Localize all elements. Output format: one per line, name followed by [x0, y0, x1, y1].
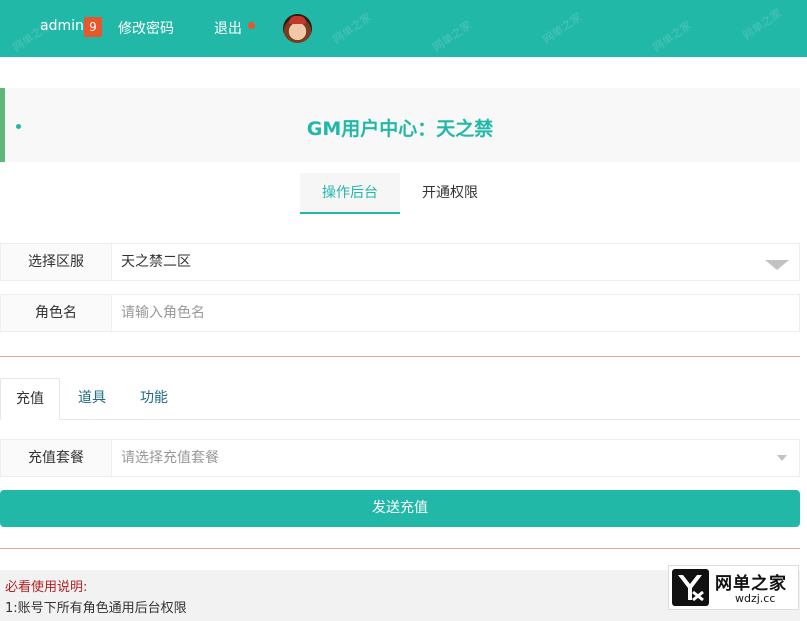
top-navbar: 网单之家 网单之家 网单之家 网单之家 网单之家 网单之家 admin 9 修改…	[0, 0, 807, 57]
logout-link[interactable]: 退出	[214, 18, 242, 38]
tab-permissions[interactable]: 开通权限	[400, 173, 500, 213]
notification-badge: 9	[84, 17, 102, 37]
role-name-row: 角色名	[0, 294, 800, 332]
watermark: 网单之家	[430, 18, 475, 55]
watermark: 网单之家	[540, 10, 585, 47]
recharge-package-select[interactable]: 充值套餐 请选择充值套餐	[0, 439, 800, 477]
sub-tab-bar: 充值 道具 功能	[0, 378, 800, 420]
nav-username[interactable]: admin	[40, 18, 84, 34]
send-recharge-button[interactable]: 发送充值	[0, 490, 800, 527]
divider	[0, 548, 800, 549]
page-header-card: GM用户中心：天之禁	[0, 88, 800, 162]
recharge-package-placeholder[interactable]: 请选择充值套餐	[121, 440, 219, 476]
chevron-down-icon[interactable]	[777, 455, 787, 461]
recharge-package-label: 充值套餐	[1, 440, 112, 476]
avatar[interactable]	[283, 14, 312, 43]
tab-operations[interactable]: 操作后台	[300, 173, 400, 214]
server-select[interactable]: 选择区服 天之禁二区	[0, 243, 800, 281]
logo-name: 网单之家	[715, 574, 787, 594]
role-label: 角色名	[1, 295, 112, 331]
divider	[0, 356, 800, 357]
notes-title: 必看使用说明:	[5, 580, 88, 595]
logout-dot-indicator	[248, 22, 255, 29]
change-password-link[interactable]: 修改密码	[118, 18, 174, 38]
logo-url: wdzj.cc	[735, 592, 776, 605]
server-selected-value[interactable]: 天之禁二区	[121, 244, 191, 280]
notes-line: 1:账号下所有角色通用后台权限	[5, 601, 187, 616]
site-logo: 网单之家 wdzj.cc	[668, 565, 799, 610]
watermark: 网单之家	[740, 6, 785, 43]
page-title: GM用户中心：天之禁	[306, 118, 494, 140]
watermark: 网单之家	[330, 10, 375, 47]
yx-logo-icon	[672, 569, 709, 606]
tab-functions[interactable]: 功能	[124, 378, 184, 419]
tab-items[interactable]: 道具	[62, 378, 122, 419]
tab-recharge[interactable]: 充值	[0, 378, 60, 420]
server-label: 选择区服	[1, 244, 112, 280]
role-name-input[interactable]	[111, 295, 791, 331]
chevron-down-icon[interactable]	[765, 260, 789, 270]
watermark: 网单之家	[650, 18, 695, 55]
